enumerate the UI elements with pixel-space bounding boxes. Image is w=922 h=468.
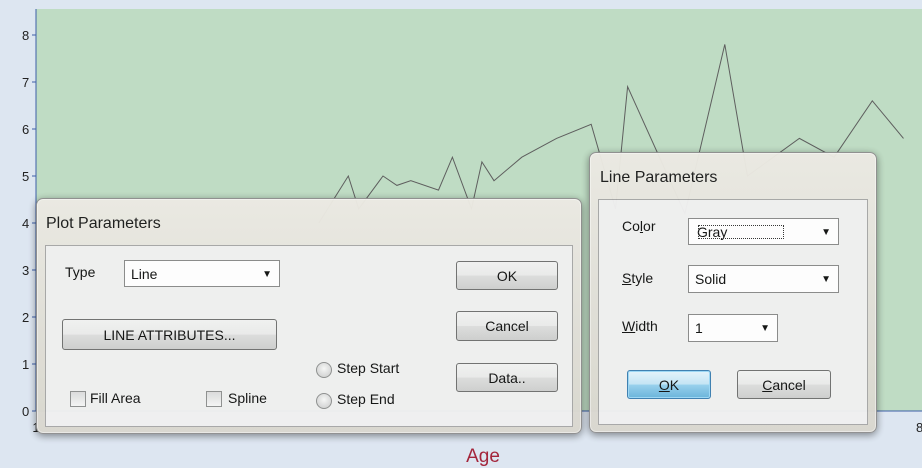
y-tick-label: 1 bbox=[22, 357, 29, 372]
color-label-pre: Co bbox=[622, 218, 640, 234]
fill-area-label[interactable]: Fill Area bbox=[90, 390, 141, 406]
color-select-value: Gray bbox=[695, 222, 787, 242]
line-cancel-button[interactable]: Cancel bbox=[737, 370, 831, 399]
spline-checkbox[interactable] bbox=[206, 391, 222, 407]
plot-parameters-body: Type Line ▼ OK LINE ATTRIBUTES... Cancel… bbox=[45, 245, 573, 427]
spline-label[interactable]: Spline bbox=[228, 390, 267, 406]
color-select[interactable]: Gray ▼ bbox=[688, 218, 839, 245]
cancel-button[interactable]: Cancel bbox=[456, 311, 558, 341]
plot-parameters-dialog: Plot Parameters Type Line ▼ OK LINE ATTR… bbox=[36, 198, 582, 434]
width-select-value: 1 bbox=[695, 320, 703, 336]
y-tick-label: 4 bbox=[22, 216, 29, 231]
chevron-down-icon: ▼ bbox=[760, 323, 770, 335]
y-tick-label: 0 bbox=[22, 404, 29, 419]
chevron-down-icon: ▼ bbox=[821, 226, 831, 238]
color-label: Color bbox=[622, 218, 655, 234]
line-ok-post: K bbox=[669, 376, 680, 393]
line-cancel-mnemonic: C bbox=[762, 376, 773, 393]
line-attributes-button[interactable]: LINE ATTRIBUTES... bbox=[62, 319, 277, 350]
width-label-mnemonic: W bbox=[622, 318, 636, 334]
line-parameters-body: Color Gray ▼ Style Solid ▼ Width 1 ▼ OK … bbox=[598, 199, 868, 425]
step-end-label[interactable]: Step End bbox=[337, 391, 395, 407]
width-select[interactable]: 1 ▼ bbox=[688, 314, 778, 342]
style-select[interactable]: Solid ▼ bbox=[688, 265, 839, 293]
plot-parameters-title: Plot Parameters bbox=[46, 215, 161, 232]
y-tick-label: 5 bbox=[22, 169, 29, 184]
step-start-radio[interactable] bbox=[316, 362, 332, 378]
data-button[interactable]: Data.. bbox=[456, 363, 558, 392]
y-tick-label: 6 bbox=[22, 122, 29, 137]
style-label-post: tyle bbox=[631, 270, 654, 286]
type-select[interactable]: Line ▼ bbox=[124, 260, 280, 287]
ok-button[interactable]: OK bbox=[456, 261, 558, 290]
width-label-post: idth bbox=[635, 318, 658, 334]
type-select-value: Line bbox=[131, 265, 158, 282]
width-label: Width bbox=[622, 318, 658, 334]
y-tick-label: 7 bbox=[22, 75, 29, 90]
y-tick-label: 3 bbox=[22, 263, 29, 278]
line-ok-button[interactable]: OK bbox=[627, 370, 711, 399]
x-tick-last: 8 bbox=[916, 420, 922, 435]
color-label-post: or bbox=[643, 218, 656, 234]
type-label: Type bbox=[65, 264, 96, 280]
fill-area-checkbox[interactable] bbox=[70, 391, 86, 407]
line-ok-mnemonic: O bbox=[658, 376, 670, 393]
line-parameters-dialog: Line Parameters Color Gray ▼ Style Solid… bbox=[589, 152, 877, 433]
y-tick-label: 2 bbox=[22, 310, 29, 325]
line-parameters-title: Line Parameters bbox=[600, 169, 718, 186]
style-label: Style bbox=[622, 270, 653, 286]
line-cancel-post: ancel bbox=[772, 376, 806, 393]
y-tick-label: 8 bbox=[22, 28, 29, 43]
style-label-mnemonic: S bbox=[622, 270, 632, 286]
chevron-down-icon: ▼ bbox=[821, 274, 831, 286]
step-end-radio[interactable] bbox=[316, 393, 332, 409]
chevron-down-icon: ▼ bbox=[262, 268, 272, 280]
style-select-value: Solid bbox=[695, 271, 727, 287]
x-axis-label: Age bbox=[466, 446, 500, 467]
step-start-label[interactable]: Step Start bbox=[337, 360, 399, 376]
